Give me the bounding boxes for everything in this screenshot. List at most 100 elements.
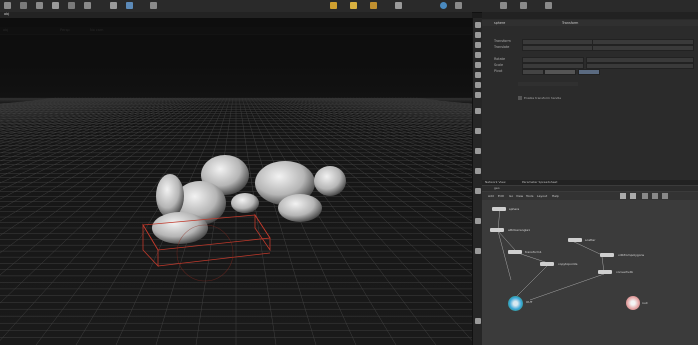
shelf-icon-11[interactable] xyxy=(350,2,357,9)
shelf-icon-7[interactable] xyxy=(110,2,117,9)
grid-line xyxy=(0,97,75,108)
node-label-copytopoints: copytopoints xyxy=(558,262,578,266)
network-menu-help[interactable]: Help xyxy=(552,194,559,198)
grid-line xyxy=(0,97,159,139)
grid-line xyxy=(0,97,69,107)
ghost-tool-icon[interactable] xyxy=(475,168,481,174)
network-node-sphere[interactable] xyxy=(492,207,506,211)
network-menu-bar: Add Edit Go View Tools Layout Help xyxy=(482,192,698,200)
network-tool-icon-2[interactable] xyxy=(630,193,636,199)
param-row-scale: Scale xyxy=(482,63,698,69)
node-label-attribwrangle: attribwrangle1 xyxy=(508,228,531,232)
grid-line xyxy=(280,97,472,184)
link-tool-icon[interactable] xyxy=(475,248,481,254)
grid-tool-icon[interactable] xyxy=(475,108,481,114)
wire-tool-icon[interactable] xyxy=(475,82,481,88)
network-menu-edit[interactable]: Edit xyxy=(498,194,504,198)
camera-tool-icon[interactable] xyxy=(475,72,481,78)
network-node-convertvdb[interactable] xyxy=(598,270,612,274)
network-menu-go[interactable]: Go xyxy=(509,194,513,198)
network-path-label[interactable]: geo xyxy=(494,186,500,190)
network-tool-icon-3[interactable] xyxy=(642,193,648,199)
grid-line xyxy=(349,97,472,120)
grid-line xyxy=(310,97,472,142)
viewport-tab-label[interactable]: obj xyxy=(4,12,9,16)
lock-tool-icon[interactable] xyxy=(475,188,481,194)
shelf-icon-8[interactable] xyxy=(126,2,133,9)
shelf-icon-14[interactable] xyxy=(440,2,447,9)
grid-line xyxy=(0,97,66,106)
grid-line xyxy=(0,97,120,119)
grid-line xyxy=(0,97,177,158)
shelf-icon-10[interactable] xyxy=(330,2,337,9)
param-header: sphere Transform xyxy=(482,20,698,26)
grid-line xyxy=(0,97,156,137)
enable-checkbox[interactable] xyxy=(518,96,522,100)
grid-line xyxy=(292,97,472,162)
shelf-icon-16[interactable] xyxy=(500,2,507,9)
grid-line xyxy=(352,97,472,119)
shelf-icon-3[interactable] xyxy=(36,2,43,9)
network-node-copytopoints[interactable] xyxy=(540,262,554,266)
grid-line xyxy=(259,97,472,276)
shade-tool-icon[interactable] xyxy=(475,92,481,98)
shelf-icon-12[interactable] xyxy=(370,2,377,9)
node-label-null: null xyxy=(642,301,648,305)
param-field[interactable] xyxy=(522,69,544,75)
network-menu-view[interactable]: View xyxy=(516,194,523,198)
network-tab-1[interactable]: Parameter Spreadsheet xyxy=(522,180,557,184)
param-field[interactable] xyxy=(522,45,594,51)
network-tab-0[interactable]: Network View xyxy=(485,180,506,184)
node-label-out: OUT xyxy=(526,300,533,304)
grid-line xyxy=(367,97,472,115)
grid-line xyxy=(0,97,72,107)
grid-line xyxy=(406,97,472,106)
parameter-pane: sphere Transform Transform Translate Rot… xyxy=(482,12,698,180)
shelf-icon-4[interactable] xyxy=(52,2,59,9)
bg-tool-icon[interactable] xyxy=(475,128,481,134)
node-label-vdbfrompolygons: vdbfrompolygons xyxy=(618,253,645,257)
param-field[interactable] xyxy=(592,45,694,51)
shelf-icon-2[interactable] xyxy=(20,2,27,9)
param-label: Scale xyxy=(494,63,504,67)
display-tool-icon[interactable] xyxy=(475,42,481,48)
snap-tool-icon[interactable] xyxy=(475,52,481,58)
view-tool-icon[interactable] xyxy=(475,32,481,38)
shelf-icon-17[interactable] xyxy=(520,2,527,9)
network-node-null[interactable] xyxy=(626,296,640,310)
network-tool-icon-5[interactable] xyxy=(662,193,668,199)
network-node-transform[interactable] xyxy=(508,250,522,254)
vis-tool-icon[interactable] xyxy=(475,218,481,224)
shelf-icon-1[interactable] xyxy=(4,2,11,9)
select-tool-icon[interactable] xyxy=(475,22,481,28)
grid-line xyxy=(0,97,180,162)
settings-tool-icon[interactable] xyxy=(475,318,481,324)
network-node-vdbfrompolygons[interactable] xyxy=(600,253,614,257)
light-tool-icon[interactable] xyxy=(475,62,481,68)
network-pane[interactable]: Network View Parameter Spreadsheet geo A… xyxy=(482,180,698,345)
param-field[interactable] xyxy=(578,69,600,75)
network-node-attribwrangle[interactable] xyxy=(490,228,504,232)
shelf-icon-18[interactable] xyxy=(545,2,552,9)
network-menu-layout[interactable]: Layout xyxy=(537,194,547,198)
param-label: Translate xyxy=(494,45,510,49)
shelf-icon-9[interactable] xyxy=(150,2,157,9)
grid-line xyxy=(361,97,472,116)
network-node-out[interactable] xyxy=(508,296,523,311)
grid-line xyxy=(397,97,472,108)
network-node-scatter[interactable] xyxy=(568,238,582,242)
shelf-icon-13[interactable] xyxy=(395,2,402,9)
param-row-translate: Translate xyxy=(482,45,698,51)
grid-line xyxy=(316,97,472,137)
network-menu-add[interactable]: Add xyxy=(488,194,494,198)
network-menu-tools[interactable]: Tools xyxy=(526,194,533,198)
shelf-icon-6[interactable] xyxy=(84,2,91,9)
grid-line xyxy=(0,97,111,116)
param-field[interactable] xyxy=(544,69,576,75)
network-tool-icon-4[interactable] xyxy=(652,193,658,199)
network-tool-icon-1[interactable] xyxy=(620,193,626,199)
guide-tool-icon[interactable] xyxy=(475,148,481,154)
shelf-icon-15[interactable] xyxy=(455,2,462,9)
scene-viewport[interactable]: obj Persp No cam xyxy=(0,18,472,345)
shelf-icon-5[interactable] xyxy=(68,2,75,9)
